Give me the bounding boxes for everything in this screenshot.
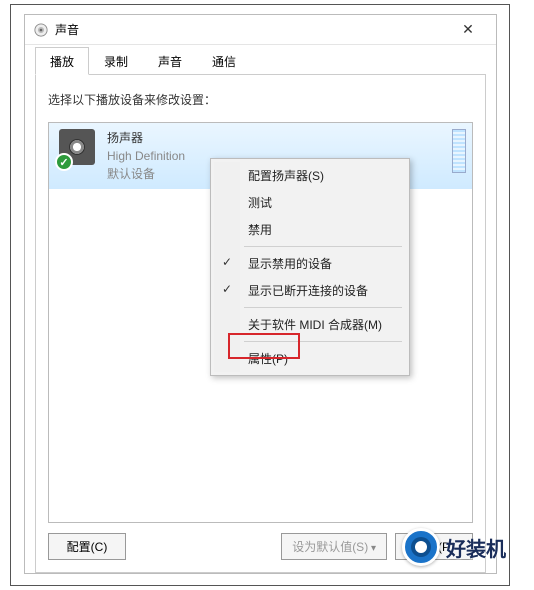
device-text: 扬声器 High Definition 默认设备 bbox=[107, 129, 185, 183]
close-button[interactable]: ✕ bbox=[448, 16, 488, 44]
device-description: High Definition bbox=[107, 147, 185, 165]
ctx-configure-speakers[interactable]: 配置扬声器(S) bbox=[214, 162, 406, 189]
tab-strip: 播放 录制 声音 通信 bbox=[25, 47, 496, 75]
device-status: 默认设备 bbox=[107, 165, 185, 183]
watermark-logo-icon bbox=[402, 528, 440, 566]
tab-playback[interactable]: 播放 bbox=[35, 47, 89, 75]
tab-sounds[interactable]: 声音 bbox=[143, 47, 197, 75]
context-menu: 配置扬声器(S) 测试 禁用 ✓ 显示禁用的设备 ✓ 显示已断开连接的设备 关于… bbox=[210, 158, 410, 376]
ctx-test[interactable]: 测试 bbox=[214, 189, 406, 216]
set-default-button[interactable]: 设为默认值(S) bbox=[281, 533, 387, 560]
ctx-show-disconnected[interactable]: ✓ 显示已断开连接的设备 bbox=[214, 277, 406, 304]
ctx-show-disconnected-label: 显示已断开连接的设备 bbox=[248, 284, 368, 298]
ctx-show-disabled[interactable]: ✓ 显示禁用的设备 bbox=[214, 250, 406, 277]
ctx-separator bbox=[244, 307, 402, 308]
tab-communications[interactable]: 通信 bbox=[197, 47, 251, 75]
ctx-separator bbox=[244, 246, 402, 247]
default-check-icon: ✓ bbox=[55, 153, 73, 171]
watermark: 好装机 bbox=[402, 528, 506, 566]
configure-button[interactable]: 配置(C) bbox=[48, 533, 126, 560]
tab-recording[interactable]: 录制 bbox=[89, 47, 143, 75]
window-title: 声音 bbox=[55, 21, 79, 38]
level-meter bbox=[452, 129, 466, 173]
watermark-text: 好装机 bbox=[446, 533, 506, 562]
ctx-show-disabled-label: 显示禁用的设备 bbox=[248, 257, 332, 271]
check-icon: ✓ bbox=[222, 282, 232, 296]
speaker-icon bbox=[33, 22, 49, 38]
check-icon: ✓ bbox=[222, 255, 232, 269]
ctx-disable[interactable]: 禁用 bbox=[214, 216, 406, 243]
device-name: 扬声器 bbox=[107, 129, 185, 147]
instruction-text: 选择以下播放设备来修改设置： bbox=[48, 91, 473, 108]
titlebar: 声音 ✕ bbox=[25, 15, 496, 45]
ctx-about-midi[interactable]: 关于软件 MIDI 合成器(M) bbox=[214, 311, 406, 338]
ctx-properties[interactable]: 属性(P) bbox=[214, 345, 406, 372]
speaker-device-icon: ✓ bbox=[59, 129, 95, 165]
ctx-separator bbox=[244, 341, 402, 342]
